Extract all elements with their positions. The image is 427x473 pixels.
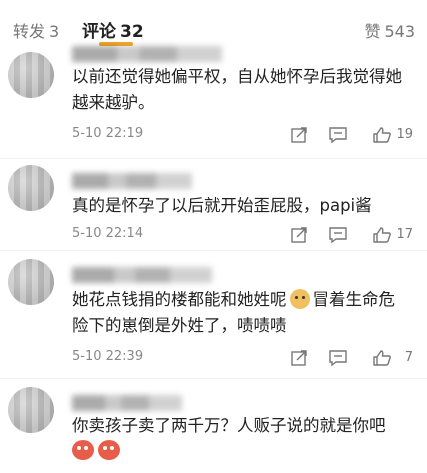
comment-tab-bar: 转发 3 评论 32 赞 543 bbox=[0, 0, 427, 48]
comment-item: 真的是怀孕了以后就开始歪屁股，papi酱 5-10 22:14 17 bbox=[0, 158, 427, 251]
reply-icon[interactable] bbox=[329, 127, 347, 143]
emoji-row bbox=[72, 440, 124, 464]
share-icon[interactable] bbox=[291, 350, 309, 366]
thumbs-up-icon[interactable] bbox=[373, 350, 391, 366]
tab-likes[interactable]: 赞 543 bbox=[364, 18, 415, 42]
avatar[interactable] bbox=[8, 259, 54, 305]
comment-meta: 5-10 22:19 19 bbox=[72, 126, 413, 146]
comment-time: 5-10 22:39 bbox=[72, 349, 144, 364]
comment-text: 以前还觉得她偏平权，自从她怀孕后我觉得她越来越驴。 bbox=[72, 67, 402, 112]
tab-repost-count: 3 bbox=[49, 22, 60, 41]
comment-item: 以前还觉得她偏平权，自从她怀孕后我觉得她越来越驴。 5-10 22:19 19 bbox=[0, 46, 427, 158]
comment-item: 她花点钱捐的楼都能和她姓呢 冒着生命危险下的崽倒是外姓了，啧啧啧 5-10 22:… bbox=[0, 250, 427, 379]
share-icon[interactable] bbox=[291, 227, 309, 243]
username[interactable] bbox=[72, 173, 192, 189]
angry-face-emoji-icon bbox=[72, 440, 94, 460]
thumbs-up-icon[interactable] bbox=[373, 227, 391, 243]
angry-face-emoji-icon bbox=[98, 440, 120, 460]
reply-icon[interactable] bbox=[329, 350, 347, 366]
username[interactable] bbox=[72, 395, 182, 411]
username[interactable] bbox=[72, 46, 222, 62]
comment-text: 真的是怀孕了以后就开始歪屁股，papi酱 bbox=[72, 196, 372, 215]
tab-repost[interactable]: 转发 3 bbox=[13, 18, 59, 42]
username[interactable] bbox=[72, 267, 212, 283]
comment-time: 5-10 22:14 bbox=[72, 226, 144, 241]
tab-likes-count: 543 bbox=[384, 22, 415, 41]
tab-comments-label: 评论 bbox=[82, 22, 116, 42]
tab-repost-label: 转发 bbox=[13, 22, 46, 41]
tab-comments-count: 32 bbox=[120, 22, 144, 42]
dog-emoji-icon bbox=[289, 289, 310, 309]
comment-time: 5-10 22:19 bbox=[72, 126, 144, 141]
avatar[interactable] bbox=[8, 387, 54, 433]
comment-text: 你卖孩子卖了两千万？人贩子说的就是你吧 bbox=[72, 416, 386, 435]
comment-text-part1: 她花点钱捐的楼都能和她姓呢 bbox=[72, 290, 287, 309]
reply-icon[interactable] bbox=[329, 227, 347, 243]
comment-text: 她花点钱捐的楼都能和她姓呢 冒着生命危险下的崽倒是外姓了，啧啧啧 bbox=[72, 287, 411, 339]
comment-meta: 5-10 22:14 17 bbox=[72, 226, 413, 246]
tab-likes-label: 赞 bbox=[364, 22, 381, 41]
thumbs-up-icon[interactable] bbox=[373, 127, 391, 143]
share-icon[interactable] bbox=[291, 127, 309, 143]
like-count: 17 bbox=[396, 227, 413, 242]
avatar[interactable] bbox=[8, 52, 54, 98]
like-count: 19 bbox=[396, 127, 413, 142]
like-count: 7 bbox=[404, 350, 413, 365]
tab-comments[interactable]: 评论 32 bbox=[82, 17, 144, 42]
comment-meta: 5-10 22:39 7 bbox=[72, 349, 413, 369]
comment-item: 你卖孩子卖了两千万？人贩子说的就是你吧 bbox=[0, 378, 427, 473]
avatar[interactable] bbox=[8, 165, 54, 211]
